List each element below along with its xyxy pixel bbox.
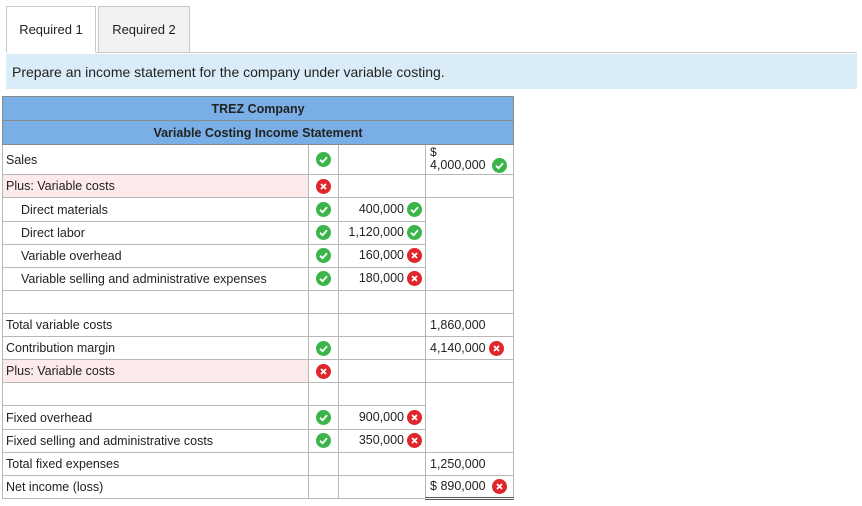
- tab-divider: [6, 52, 857, 53]
- net-income-amount[interactable]: $ 890,000: [425, 474, 514, 501]
- net-income-value: 890,000: [440, 478, 486, 493]
- net-income-label[interactable]: Net income (loss): [2, 474, 309, 500]
- variable-overhead-label[interactable]: Variable overhead: [2, 243, 309, 268]
- incorrect-x-icon: [316, 179, 331, 195]
- correct-check-icon: [316, 340, 331, 356]
- correct-check-icon: [316, 271, 331, 287]
- tab-required-1[interactable]: Required 1: [6, 6, 96, 53]
- blank-row-amount-2[interactable]: [338, 382, 426, 407]
- correct-check-icon: [316, 202, 331, 218]
- income-statement-table: TREZ Company Variable Costing Income Sta…: [2, 95, 514, 501]
- blank-row-amount[interactable]: [338, 289, 426, 315]
- sales-amount[interactable]: $ 4,000,000: [425, 144, 514, 176]
- incorrect-x-icon: [488, 340, 504, 356]
- contribution-margin-label[interactable]: Contribution margin: [2, 336, 309, 361]
- variable-costs-total-col-blank[interactable]: [425, 197, 514, 291]
- plus-variable-costs-label-2[interactable]: Plus: Variable costs: [2, 359, 309, 384]
- fixed-overhead-label[interactable]: Fixed overhead: [2, 405, 309, 430]
- fixed-overhead-amount[interactable]: 900,000: [338, 405, 426, 430]
- correct-check-icon: [316, 248, 331, 264]
- variable-selling-label[interactable]: Variable selling and administrative expe…: [2, 266, 309, 291]
- plus-variable-costs-label[interactable]: Plus: Variable costs: [2, 174, 309, 199]
- incorrect-x-icon: [407, 433, 422, 449]
- incorrect-x-icon: [407, 410, 422, 426]
- currency-symbol: $: [430, 478, 437, 493]
- correct-check-icon: [316, 225, 331, 241]
- correct-check-icon: [316, 410, 331, 426]
- correct-check-icon: [492, 157, 508, 173]
- incorrect-x-icon: [492, 478, 508, 494]
- statement-title: Variable Costing Income Statement: [2, 120, 514, 146]
- correct-check-icon: [316, 433, 331, 449]
- fixed-selling-amount[interactable]: 350,000: [338, 428, 426, 453]
- direct-materials-label[interactable]: Direct materials: [2, 197, 309, 222]
- incorrect-x-icon: [407, 271, 422, 287]
- direct-labor-label[interactable]: Direct labor: [2, 220, 309, 245]
- incorrect-x-icon: [407, 248, 422, 264]
- direct-labor-amount[interactable]: 1,120,000: [338, 220, 426, 245]
- company-name: TREZ Company: [2, 95, 514, 122]
- total-variable-costs-amount: 1,860,000: [425, 313, 514, 338]
- contribution-margin-amount[interactable]: 4,140,000: [425, 336, 514, 361]
- sales-label[interactable]: Sales: [2, 144, 309, 176]
- correct-check-icon: [407, 202, 422, 218]
- incorrect-x-icon: [316, 363, 331, 379]
- fixed-selling-label[interactable]: Fixed selling and administrative costs: [2, 428, 309, 453]
- correct-check-icon: [316, 152, 331, 168]
- variable-selling-amount[interactable]: 180,000: [338, 266, 426, 291]
- blank-row-label-2[interactable]: [2, 382, 309, 407]
- total-fixed-expenses-label[interactable]: Total fixed expenses: [2, 451, 309, 476]
- total-fixed-expenses-amount: 1,250,000: [425, 451, 514, 476]
- instruction-text: Prepare an income statement for the comp…: [6, 54, 857, 89]
- direct-materials-amount[interactable]: 400,000: [338, 197, 426, 222]
- variable-overhead-amount[interactable]: 160,000: [338, 243, 426, 268]
- correct-check-icon: [407, 225, 422, 241]
- sales-value: 4,000,000: [430, 157, 486, 172]
- sales-amount-col1[interactable]: [338, 144, 426, 176]
- total-variable-costs-label[interactable]: Total variable costs: [2, 313, 309, 338]
- blank-row-label[interactable]: [2, 289, 309, 315]
- currency-symbol: $: [430, 144, 437, 159]
- tab-required-2[interactable]: Required 2: [98, 6, 190, 53]
